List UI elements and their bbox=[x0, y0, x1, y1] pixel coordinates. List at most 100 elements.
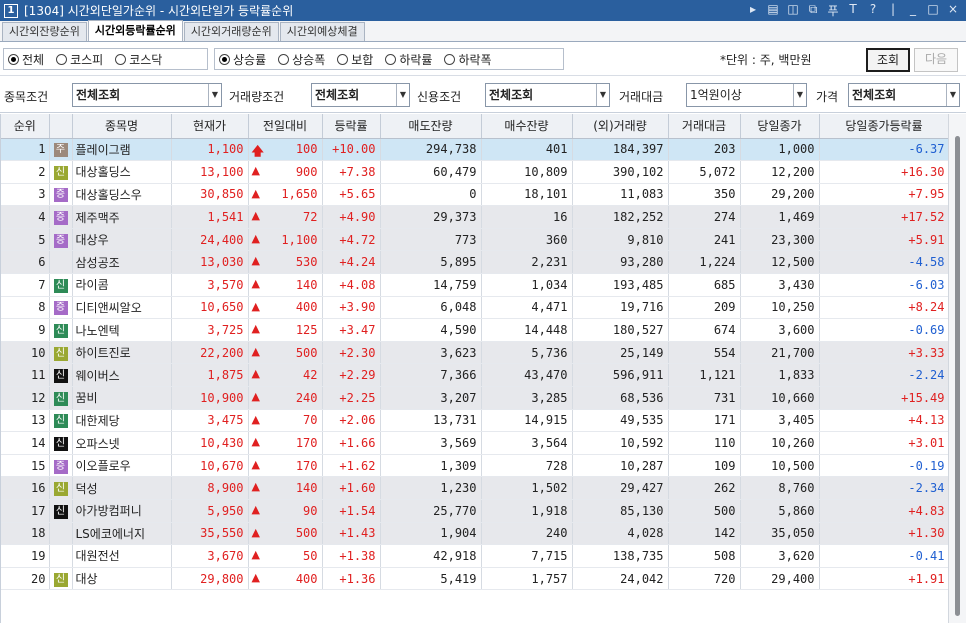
screen-menu-icon[interactable]: ▤ bbox=[766, 2, 780, 19]
rate-cell: +3.47 bbox=[322, 318, 381, 342]
stock-name-cell[interactable]: 대상홀딩스우 bbox=[72, 183, 172, 207]
diff-cell: ▲ 125 bbox=[248, 318, 323, 342]
stock-name-cell[interactable]: 삼성공조 bbox=[72, 250, 172, 275]
radio-sort-flat[interactable]: 보합 bbox=[337, 51, 373, 68]
radio-market-kospi[interactable]: 코스피 bbox=[56, 51, 103, 68]
col-ask[interactable]: 매도잔량 bbox=[380, 114, 482, 139]
price-cell: 10,650 bbox=[171, 296, 249, 320]
table-row[interactable]: 19 대원전선 3,670 ▲ 50 +1.38 42,918 7,715 138,735 508… bbox=[1, 544, 948, 568]
trade-volume-cell: 4,028 bbox=[572, 522, 669, 546]
close-rate-cell: +3.01 bbox=[819, 431, 948, 455]
table-row[interactable]: 12 신 꿈비 10,900 ▲ 240 +2.25 3,207 3,285 68,536 731 1… bbox=[1, 386, 948, 410]
table-row[interactable]: 3 증 대상홀딩스우 30,850 ▲ 1,650 +5.65 0 18,101 11,083 35… bbox=[1, 183, 948, 207]
tab-overtime-expected[interactable]: 시간외예상체결 bbox=[279, 22, 365, 41]
minimize-icon[interactable]: _ bbox=[906, 2, 920, 19]
badge-cell: 신 bbox=[49, 567, 73, 591]
table-row[interactable]: 20 신 대상 29,800 ▲ 400 +1.36 5,419 1,757 24,042 720 2… bbox=[1, 567, 948, 591]
diff-cell: ▲ 240 bbox=[248, 386, 323, 410]
table-row[interactable]: 4 증 제주맥주 1,541 ▲ 72 +4.90 29,373 16 182,252 274 1,4… bbox=[1, 205, 948, 229]
price-condition-select[interactable]: 전체조회 ▼ bbox=[848, 83, 960, 107]
stock-name-cell[interactable]: 웨이버스 bbox=[72, 363, 172, 388]
vertical-scrollbar[interactable] bbox=[948, 114, 966, 623]
col-close-rate[interactable]: 당일종가등락률 bbox=[819, 114, 948, 139]
stock-name-cell[interactable]: 라이콤 bbox=[72, 273, 172, 297]
table-row[interactable]: 5 증 대상우 24,400 ▲ 1,100 +4.72 773 360 9,810 241 23,3… bbox=[1, 228, 948, 252]
table-row[interactable]: 14 신 오파스넷 10,430 ▲ 170 +1.66 3,569 3,564 10,592 11… bbox=[1, 431, 948, 455]
credit-condition-select[interactable]: 전체조회 ▼ bbox=[485, 83, 610, 107]
tab-overtime-volume[interactable]: 시간외거래량순위 bbox=[183, 22, 279, 41]
table-row[interactable]: 18 LS에코에너지 35,550 ▲ 500 +1.43 1,904 240 4,028 142… bbox=[1, 522, 948, 546]
table-row[interactable]: 2 신 대상홀딩스 13,100 ▲ 900 +7.38 60,479 10,809 390,10… bbox=[1, 160, 948, 184]
table-row[interactable]: 16 신 덕성 8,900 ▲ 140 +1.60 1,230 1,502 29,427 262 8,… bbox=[1, 476, 948, 500]
stock-condition-select[interactable]: 전체조회 ▼ bbox=[72, 83, 222, 107]
col-rank[interactable]: 순위 bbox=[1, 114, 50, 139]
tab-overtime-rate[interactable]: 시간외등락률순위 bbox=[87, 20, 183, 41]
col-diff[interactable]: 전일대비 bbox=[248, 114, 323, 139]
ask-volume-cell: 5,895 bbox=[380, 250, 482, 275]
copy-window-icon[interactable]: ⧉ bbox=[806, 2, 820, 19]
close-rate-cell: +7.95 bbox=[819, 183, 948, 207]
stock-name-cell[interactable]: 플레이그램 bbox=[72, 138, 172, 162]
radio-dot-icon bbox=[8, 53, 19, 65]
volume-condition-select[interactable]: 전체조회 ▼ bbox=[311, 83, 410, 107]
stock-name-cell[interactable]: 나노엔텍 bbox=[72, 318, 172, 342]
ranking-table[interactable]: 순위 종목명 현재가 전일대비 등락률 매도잔량 매수잔량 (외)거래량 거래대… bbox=[0, 114, 948, 623]
radio-dot-icon bbox=[444, 53, 456, 65]
search-button[interactable]: 조회 bbox=[866, 48, 910, 72]
layout-icon[interactable]: ◫ bbox=[786, 2, 800, 19]
stock-name-cell[interactable]: LS에코에너지 bbox=[72, 522, 172, 546]
stock-name-cell[interactable]: 대상 bbox=[72, 567, 172, 591]
tab-overtime-remain[interactable]: 시간외잔량순위 bbox=[2, 22, 87, 41]
col-bid[interactable]: 매수잔량 bbox=[481, 114, 573, 139]
stock-type-badge: 증 bbox=[53, 301, 68, 316]
stock-name-cell[interactable]: 대상우 bbox=[72, 228, 172, 252]
table-row[interactable]: 1 주 플레이그램 1,100 🡅 100 +10.00 294,738 401 184,397 2… bbox=[1, 138, 948, 162]
stock-name-cell[interactable]: 제주맥주 bbox=[72, 205, 172, 229]
table-row[interactable]: 15 증 이오플로우 10,670 ▲ 170 +1.62 1,309 728 10,287 109… bbox=[1, 454, 948, 478]
screen-number-icon[interactable]: 1 bbox=[4, 3, 18, 18]
close-icon[interactable]: × bbox=[946, 2, 960, 19]
filter-label-credit: 신용조건 bbox=[417, 90, 462, 104]
table-row[interactable]: 9 신 나노엔텍 3,725 ▲ 125 +3.47 4,590 14,448 180,527 67… bbox=[1, 318, 948, 342]
amount-condition-select[interactable]: 1억원이상 ▼ bbox=[686, 83, 807, 107]
diff-cell: ▲ 90 bbox=[248, 499, 323, 523]
radio-market-kosdaq[interactable]: 코스닥 bbox=[115, 51, 162, 68]
col-price[interactable]: 현재가 bbox=[171, 114, 249, 139]
rank-cell: 15 bbox=[1, 454, 50, 478]
table-row[interactable]: 8 증 디티앤씨알오 10,650 ▲ 400 +3.90 6,048 4,471 19,716 2… bbox=[1, 296, 948, 320]
stock-name-cell[interactable]: 대한제당 bbox=[72, 409, 172, 433]
expand-arrow-icon[interactable]: ▸ bbox=[746, 2, 760, 19]
table-row[interactable]: 7 신 라이콤 3,570 ▲ 140 +4.08 14,759 1,034 193,485 685… bbox=[1, 273, 948, 297]
scrollbar-thumb[interactable] bbox=[955, 136, 960, 616]
table-row[interactable]: 11 신 웨이버스 1,875 ▲ 42 +2.29 7,366 43,470 596,911 1,… bbox=[1, 363, 948, 388]
stock-name-cell[interactable]: 대상홀딩스 bbox=[72, 160, 172, 184]
stock-name-cell[interactable]: 하이트진로 bbox=[72, 341, 172, 365]
stock-name-cell[interactable]: 이오플로우 bbox=[72, 454, 172, 478]
col-volume[interactable]: (외)거래량 bbox=[572, 114, 669, 139]
table-row[interactable]: 10 신 하이트진로 22,200 ▲ 500 +2.30 3,623 5,736 25,149 5… bbox=[1, 341, 948, 365]
col-close[interactable]: 당일종가 bbox=[740, 114, 820, 139]
radio-sort-rise-rate[interactable]: 상승률 bbox=[219, 51, 266, 68]
stock-name-cell[interactable]: 디티앤씨알오 bbox=[72, 296, 172, 320]
help-icon[interactable]: ? bbox=[866, 2, 880, 19]
table-row[interactable]: 13 신 대한제당 3,475 ▲ 70 +2.06 13,731 14,915 49,535 17… bbox=[1, 409, 948, 433]
pin-icon[interactable]: 푸 bbox=[826, 2, 840, 19]
radio-market-all[interactable]: 전체 bbox=[8, 51, 44, 68]
next-button[interactable]: 다음 bbox=[914, 48, 958, 72]
col-amount[interactable]: 거래대금 bbox=[668, 114, 741, 139]
stock-name-cell[interactable]: 대원전선 bbox=[72, 544, 172, 568]
radio-sort-fall-rate[interactable]: 하락률 bbox=[385, 51, 432, 68]
stock-name-cell[interactable]: 덕성 bbox=[72, 476, 172, 500]
stock-name-cell[interactable]: 오파스넷 bbox=[72, 431, 172, 455]
maximize-icon[interactable]: □ bbox=[926, 2, 940, 19]
radio-sort-rise-amount[interactable]: 상승폭 bbox=[278, 51, 325, 68]
col-rate[interactable]: 등락률 bbox=[322, 114, 381, 139]
font-size-icon[interactable]: T bbox=[846, 2, 860, 19]
table-row[interactable]: 17 신 아가방컴퍼니 5,950 ▲ 90 +1.54 25,770 1,918 85,130 5… bbox=[1, 499, 948, 523]
radio-sort-fall-amount[interactable]: 하락폭 bbox=[444, 51, 492, 68]
close-rate-cell: -0.41 bbox=[819, 544, 948, 568]
table-row[interactable]: 6 삼성공조 13,030 ▲ 530 +4.24 5,895 2,231 93,280 1,22… bbox=[1, 250, 948, 275]
stock-name-cell[interactable]: 꿈비 bbox=[72, 386, 172, 410]
stock-name-cell[interactable]: 아가방컴퍼니 bbox=[72, 499, 172, 523]
col-name[interactable]: 종목명 bbox=[72, 114, 172, 139]
